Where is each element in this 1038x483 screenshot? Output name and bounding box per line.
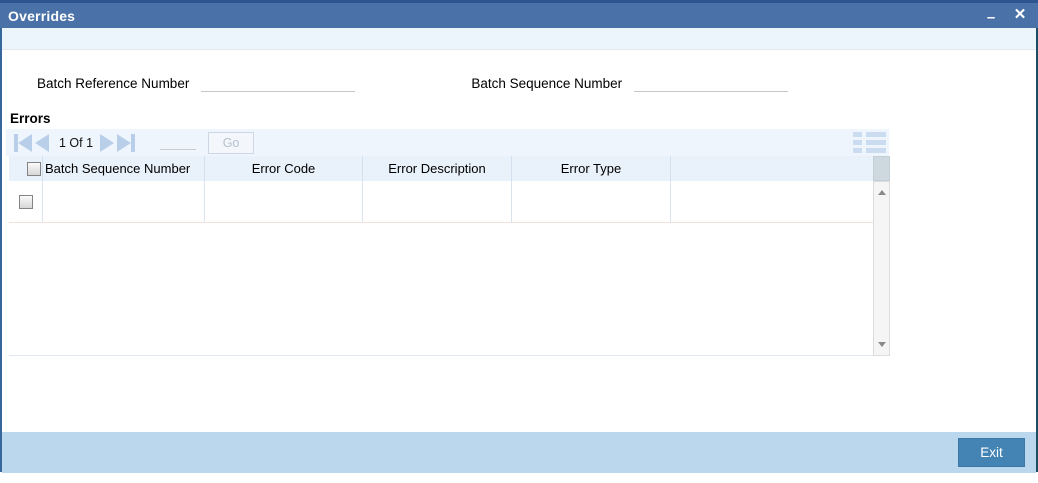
column-header-error-description: Error Description [363,156,512,181]
next-page-button[interactable] [100,133,115,152]
column-header-error-type: Error Type [512,156,671,181]
cell-batch-sequence-number [43,181,205,223]
exit-button[interactable]: Exit [958,438,1025,467]
overrides-window: Overrides – ✕ Batch Reference Number Bat… [0,0,1038,483]
close-icon[interactable]: ✕ [1012,7,1028,24]
scrollbar-header-cap [873,156,890,181]
minimize-icon[interactable]: – [984,7,998,26]
errors-table-header: Batch Sequence Number Error Code Error D… [9,156,873,181]
errors-section-title: Errors [10,111,51,126]
header-strip [2,28,1036,50]
batch-sequence-number-input[interactable] [634,75,789,92]
errors-table-body [9,181,873,356]
select-all-checkbox[interactable] [27,161,41,176]
footer-bar: Exit [2,432,1036,473]
window-controls: – ✕ [984,7,1028,27]
fields-row: Batch Reference Number Batch Sequence Nu… [2,73,1036,94]
window-title: Overrides [8,7,76,24]
pagination-bar: 1 Of 1 Go [6,129,889,156]
title-bar: Overrides – ✕ [0,0,1038,28]
cell-error-description [363,181,512,223]
first-page-button[interactable] [14,133,32,152]
last-page-button[interactable] [117,133,136,152]
scroll-up-icon[interactable] [878,190,886,195]
select-all-cell [9,156,43,181]
batch-sequence-number-field: Batch Sequence Number [471,75,789,92]
scroll-down-icon[interactable] [878,342,886,347]
errors-table: Batch Sequence Number Error Code Error D… [9,156,890,356]
row-checkbox-cell [9,181,43,223]
go-button[interactable]: Go [208,131,255,154]
previous-page-button[interactable] [35,133,49,152]
batch-reference-number-label: Batch Reference Number [37,76,190,91]
last-page-icon [117,133,132,152]
batch-sequence-number-label: Batch Sequence Number [471,76,623,91]
window-body: Batch Reference Number Batch Sequence Nu… [0,28,1038,473]
vertical-scrollbar [873,156,890,356]
cell-error-type [512,181,671,223]
page-indicator: 1 Of 1 [59,135,94,150]
cell-error-code [205,181,363,223]
batch-reference-number-field: Batch Reference Number [37,75,356,92]
scrollbar-track[interactable] [873,181,890,356]
column-header-blank [671,156,873,181]
cell-blank [671,181,873,223]
column-header-batch-sequence-number: Batch Sequence Number [43,156,205,181]
row-checkbox[interactable] [18,195,33,209]
column-header-error-code: Error Code [205,156,363,181]
page-number-input[interactable] [160,135,197,150]
table-row[interactable] [9,181,873,223]
previous-page-icon [35,133,49,152]
next-page-icon [100,133,115,152]
batch-reference-number-input[interactable] [201,75,356,92]
list-view-icon[interactable] [853,132,886,153]
